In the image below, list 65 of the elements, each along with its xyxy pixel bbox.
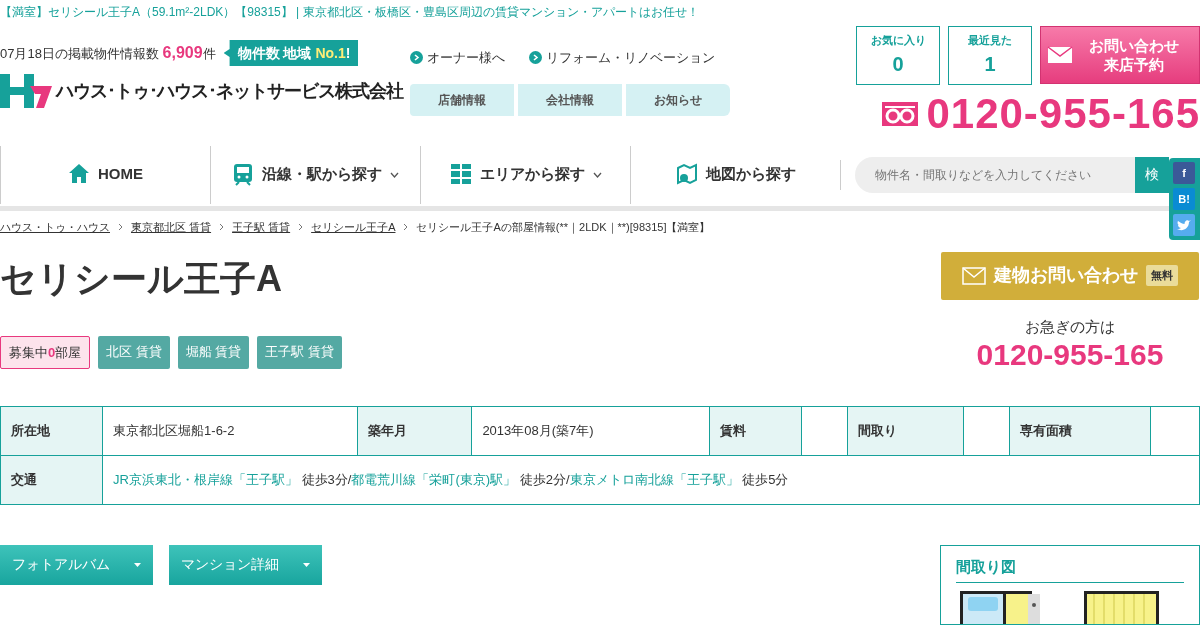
row-header: 賃料	[709, 406, 802, 455]
phone-number: 0120-955-165	[926, 93, 1200, 135]
header-link[interactable]: オーナー様へ	[410, 48, 505, 68]
page-title: 【満室】セリシール王子A（59.1m²-2LDK）【98315】 | 東京都北区・板橋区・豊島区周辺の賃貸マンション・アパートはお任せ！	[0, 4, 700, 21]
nav-item[interactable]: 沿線・駅から探す	[210, 145, 420, 204]
listing-count: 07月18日の掲載物件情報数 6,909件	[0, 43, 216, 63]
chevron-right-icon	[219, 223, 225, 232]
counter-value: 0	[891, 51, 905, 77]
urgent-label: お急ぎの方は	[1025, 316, 1115, 337]
breadcrumb-link[interactable]: ハウス・トゥ・ハウス	[0, 219, 110, 236]
train-icon	[232, 163, 254, 186]
table-cell: 東京都北区堀船1-6-2	[102, 406, 358, 455]
nav-item[interactable]: エリアから探す	[420, 145, 630, 204]
sub-nav-tab[interactable]: 店舗情報	[410, 83, 514, 116]
free-badge: 無料	[1146, 265, 1178, 286]
counter-box[interactable]: 最近見た 1	[948, 26, 1032, 85]
breadcrumb-link[interactable]: セリシール王子A	[311, 219, 396, 236]
facebook-share-button[interactable]: f	[1173, 162, 1195, 184]
free-dial-icon	[882, 102, 919, 126]
row-header: 間取り	[847, 406, 964, 455]
row-header: 築年月	[357, 406, 472, 455]
counter-label: お気に入り	[869, 33, 927, 49]
caret-down-icon	[303, 562, 310, 567]
ranking-badge: 物件数 地域 No.1!	[223, 40, 359, 66]
header-link[interactable]: リフォーム・リノベーション	[529, 48, 715, 68]
row-header: 専有面積	[1009, 406, 1151, 455]
nav-item[interactable]: HOME	[0, 145, 210, 204]
mail-icon	[962, 266, 986, 285]
row-header: 所在地	[0, 406, 103, 455]
chevron-icon	[529, 51, 542, 65]
station-link[interactable]: JR京浜東北・根岸線「王子駅」	[113, 471, 298, 487]
station-link[interactable]: 東京メトロ南北線「王子駅」	[569, 471, 739, 487]
inquiry-button[interactable]: 建物お問い合わせ 無料	[941, 251, 1199, 300]
table-cell: 2013年08月(築7年)	[471, 406, 710, 455]
panel-title: 間取り図	[956, 555, 1184, 583]
counter-value: 1	[983, 51, 997, 77]
map-pin-icon	[675, 163, 698, 186]
bird-icon	[1177, 219, 1191, 231]
nav-item[interactable]: 地図から探す	[630, 145, 840, 204]
sub-nav-tab[interactable]: 会社情報	[518, 83, 622, 116]
caret-down-icon	[134, 562, 141, 567]
urgent-phone: 0120-955-165	[976, 338, 1164, 371]
search-field[interactable]: 物件名・間取りなどを入力してください	[855, 156, 1135, 193]
property-title: セリシール王子A	[0, 256, 283, 301]
logo-icon	[0, 74, 52, 108]
home-icon	[68, 163, 90, 186]
access-info: JR京浜東北・根岸線「王子駅」 徒歩3分/都電荒川線「栄町(東京)駅」 徒歩2分/東京メトロ南北線「王子駅」 徒歩5分	[113, 471, 789, 487]
twitter-share-button[interactable]	[1173, 214, 1195, 236]
chevron-right-icon	[403, 223, 409, 232]
grid-icon	[449, 163, 472, 186]
mail-icon	[1047, 46, 1073, 64]
chevron-right-icon	[118, 223, 123, 232]
counter-label: 最近見た	[967, 33, 1013, 49]
sub-nav-tab[interactable]: お知らせ	[626, 83, 730, 116]
breadcrumb-current: セリシール王子Aの部屋情報(**｜2LDK｜**)[98315]【満室】	[416, 220, 711, 236]
chevron-right-icon	[298, 223, 304, 232]
row-header: 交通	[0, 455, 103, 504]
contact-button[interactable]: お問い合わせ 来店予約	[1040, 26, 1200, 84]
vacancy-tag: 募集中0部屋	[0, 335, 91, 369]
hatena-share-button[interactable]: B!	[1173, 188, 1195, 210]
breadcrumb-link[interactable]: 王子駅 賃貸	[232, 219, 291, 236]
chevron-icon	[410, 51, 423, 65]
station-link[interactable]: 都電荒川線「栄町(東京)駅」	[351, 471, 517, 487]
breadcrumb-link[interactable]: 東京都北区 賃貸	[131, 219, 212, 236]
company-name: ハウス･トゥ･ハウス･ネットサービス株式会社	[56, 79, 403, 103]
